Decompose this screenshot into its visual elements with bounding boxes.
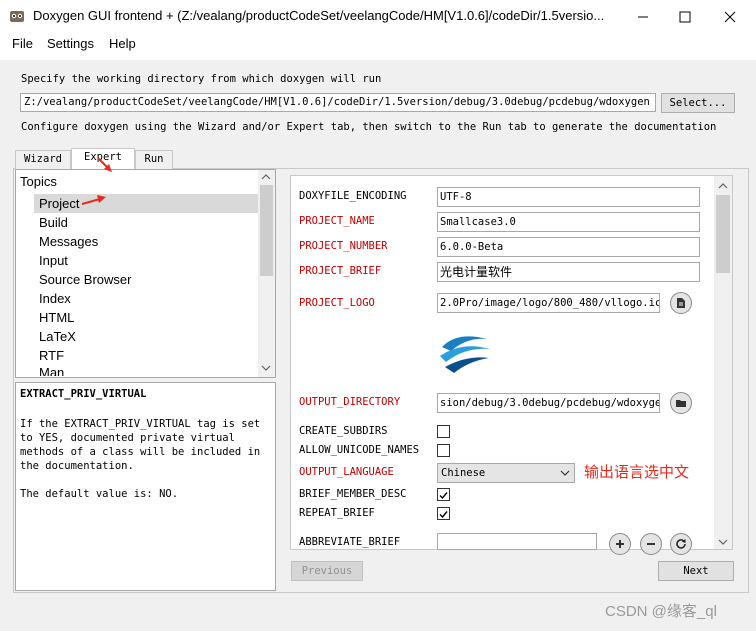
add-item-button[interactable] (609, 533, 631, 555)
option-label: ABBREVIATE_BRIEF (299, 536, 401, 548)
topic-item-html[interactable]: HTML (39, 310, 74, 325)
close-button[interactable] (719, 6, 741, 28)
option-label: ALLOW_UNICODE_NAMES (299, 444, 420, 456)
doxyfile-encoding-field[interactable]: UTF-8 (437, 187, 700, 207)
scroll-up-icon[interactable] (718, 182, 728, 190)
create-subdirs-checkbox[interactable] (437, 425, 450, 438)
repeat-brief-checkbox[interactable] (437, 507, 450, 520)
reset-list-button[interactable] (670, 533, 692, 555)
project-logo-field[interactable]: 2.0Pro/image/logo/800_480/vllogo.ico (437, 293, 660, 313)
project-brief-field[interactable]: 光电计量软件 (437, 262, 700, 282)
option-label-required: PROJECT_BRIEF (299, 265, 382, 277)
topic-item-latex[interactable]: LaTeX (39, 329, 76, 344)
close-icon (724, 11, 736, 23)
next-button[interactable]: Next (658, 561, 734, 581)
abbreviate-brief-field[interactable] (437, 533, 597, 550)
topic-item-project[interactable]: Project (39, 196, 79, 211)
settings-scroll-thumb[interactable] (716, 195, 730, 273)
scroll-up-icon[interactable] (261, 173, 271, 181)
topic-item-man[interactable]: Man (39, 365, 64, 376)
scroll-down-icon[interactable] (718, 538, 728, 546)
brief-member-desc-checkbox[interactable] (437, 488, 450, 501)
option-label-required: PROJECT_NAME (299, 215, 375, 227)
chevron-down-icon (560, 470, 570, 476)
allow-unicode-names-checkbox[interactable] (437, 444, 450, 457)
red-arrow-icon (97, 157, 112, 172)
help-body: If the EXTRACT_PRIV_VIRTUAL tag is set t… (20, 418, 261, 472)
folder-icon (676, 400, 686, 407)
menu-file[interactable]: File (12, 36, 33, 51)
help-title: EXTRACT_PRIV_VIRTUAL (20, 388, 147, 400)
plus-icon (616, 540, 624, 548)
maximize-icon (679, 11, 691, 23)
topic-item-source-browser[interactable]: Source Browser (39, 272, 131, 287)
refresh-icon (676, 539, 686, 549)
option-label-required: PROJECT_LOGO (299, 297, 375, 309)
output-language-select[interactable]: Chinese (437, 463, 575, 483)
topic-item-input[interactable]: Input (39, 253, 68, 268)
topic-item-index[interactable]: Index (39, 291, 71, 306)
remove-item-button[interactable] (640, 533, 662, 555)
workdir-prompt: Specify the working directory from which… (21, 73, 382, 85)
maximize-button[interactable] (674, 6, 696, 28)
browse-output-button[interactable] (670, 392, 692, 414)
workdir-input[interactable]: Z:/vealang/productCodeSet/veelangCode/HM… (20, 93, 656, 112)
annotation-text: 输出语言选中文 (584, 464, 690, 481)
topics-scroll-thumb[interactable] (260, 185, 273, 276)
help-panel: EXTRACT_PRIV_VIRTUAL If the EXTRACT_PRIV… (15, 382, 276, 591)
scroll-down-icon[interactable] (261, 364, 271, 372)
project-logo-preview (437, 325, 492, 380)
red-arrow-icon (81, 195, 106, 205)
watermark: CSDN @缘客_ql (605, 603, 717, 620)
help-default: The default value is: NO. (20, 488, 179, 500)
option-label: BRIEF_MEMBER_DESC (299, 488, 407, 500)
topics-header: Topics (20, 174, 57, 189)
minimize-button[interactable] (632, 6, 654, 28)
tab-wizard[interactable]: Wizard (15, 150, 71, 169)
doxygen-app-icon (10, 11, 24, 22)
checkmark-icon (439, 511, 448, 519)
option-label: REPEAT_BRIEF (299, 507, 375, 519)
tab-run[interactable]: Run (135, 150, 173, 169)
project-name-field[interactable]: Smallcase3.0 (437, 212, 700, 232)
menu-help[interactable]: Help (109, 36, 136, 51)
window-title: Doxygen GUI frontend + (Z:/vealang/produ… (33, 8, 605, 23)
select-button[interactable]: Select... (661, 93, 735, 113)
output-language-value: Chinese (441, 467, 486, 479)
option-label-required: OUTPUT_LANGUAGE (299, 466, 394, 478)
topic-item-build[interactable]: Build (39, 215, 68, 230)
output-directory-field[interactable]: sion/debug/3.0debug/pcdebug/wdoxygen (437, 393, 660, 413)
title-bar: Doxygen GUI frontend + (Z:/vealang/produ… (0, 0, 756, 32)
topic-item-rtf[interactable]: RTF (39, 348, 64, 363)
browse-logo-button[interactable] (670, 292, 692, 314)
minimize-icon (638, 16, 648, 18)
option-label: CREATE_SUBDIRS (299, 425, 388, 437)
previous-button[interactable]: Previous (291, 561, 363, 581)
option-label-required: OUTPUT_DIRECTORY (299, 396, 401, 408)
option-label-required: PROJECT_NUMBER (299, 240, 388, 252)
minus-icon (647, 543, 655, 545)
checkmark-icon (439, 492, 448, 500)
topic-item-messages[interactable]: Messages (39, 234, 98, 249)
configure-hint: Configure doxygen using the Wizard and/o… (21, 121, 717, 133)
file-icon (677, 298, 685, 308)
menu-settings[interactable]: Settings (47, 36, 94, 51)
project-number-field[interactable]: 6.0.0-Beta (437, 237, 700, 257)
option-label: DOXYFILE_ENCODING (299, 190, 407, 202)
